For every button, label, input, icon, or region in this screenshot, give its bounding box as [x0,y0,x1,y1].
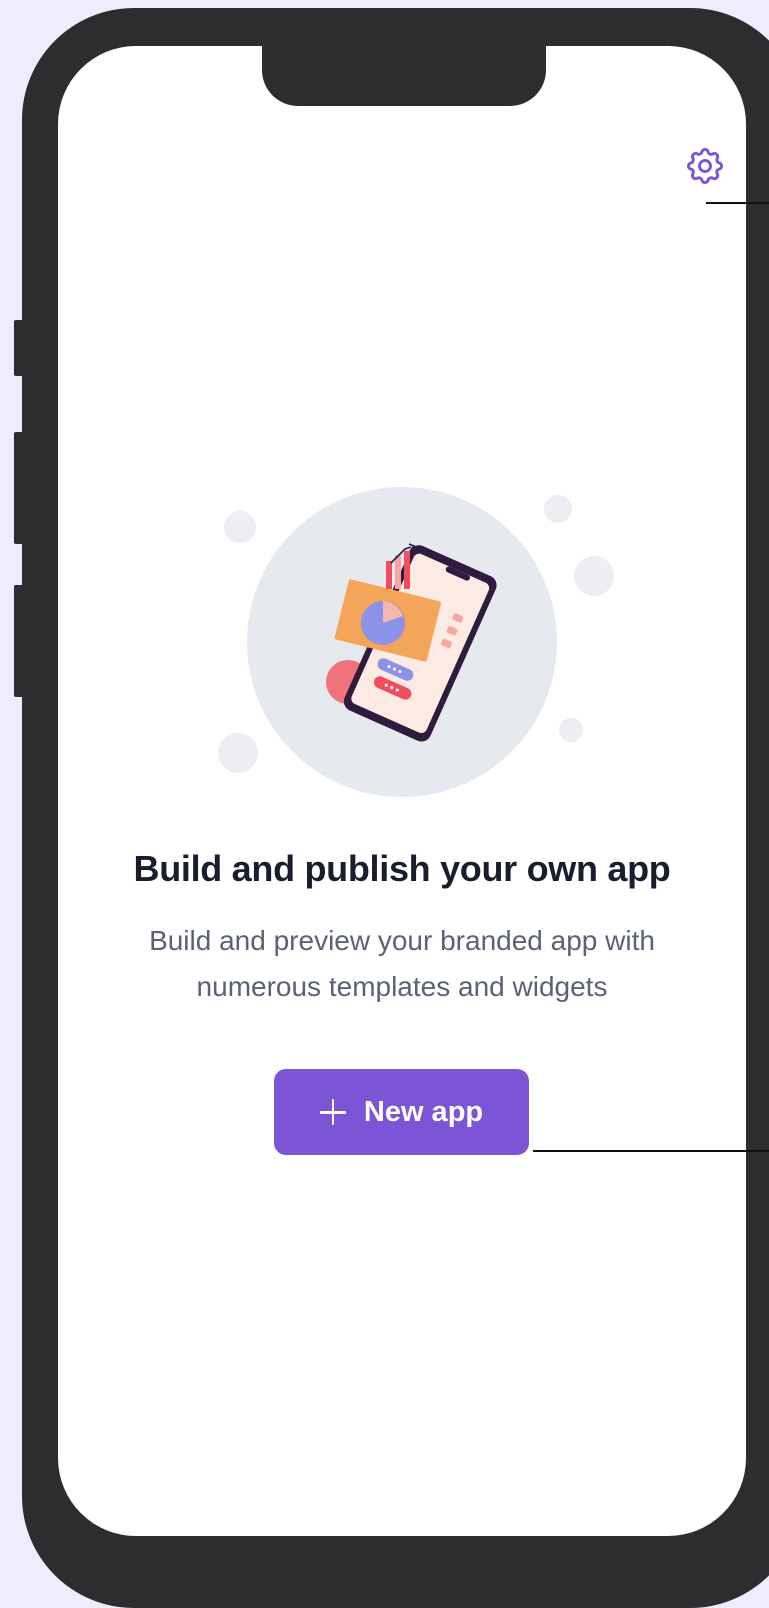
subtitle-line-1: Build and preview your branded app with [149,925,655,956]
side-button-volume-up [14,432,24,544]
side-button-mute [14,320,24,376]
empty-state-subtitle: Build and preview your branded app with … [100,918,704,1010]
gear-icon [686,147,724,185]
settings-button[interactable] [683,144,727,188]
new-app-label: New app [363,1095,484,1128]
phone-analytics-illustration [218,487,614,797]
empty-state-title: Build and publish your own app [133,848,671,889]
subtitle-line-2: numerous templates and widgets [196,971,608,1002]
side-button-volume-down [14,585,24,697]
new-app-button[interactable]: New app [274,1069,529,1155]
new-app-callout-line [533,1150,769,1152]
phone-notch [262,44,546,106]
settings-callout-line [706,202,769,204]
plus-icon [319,1099,346,1125]
